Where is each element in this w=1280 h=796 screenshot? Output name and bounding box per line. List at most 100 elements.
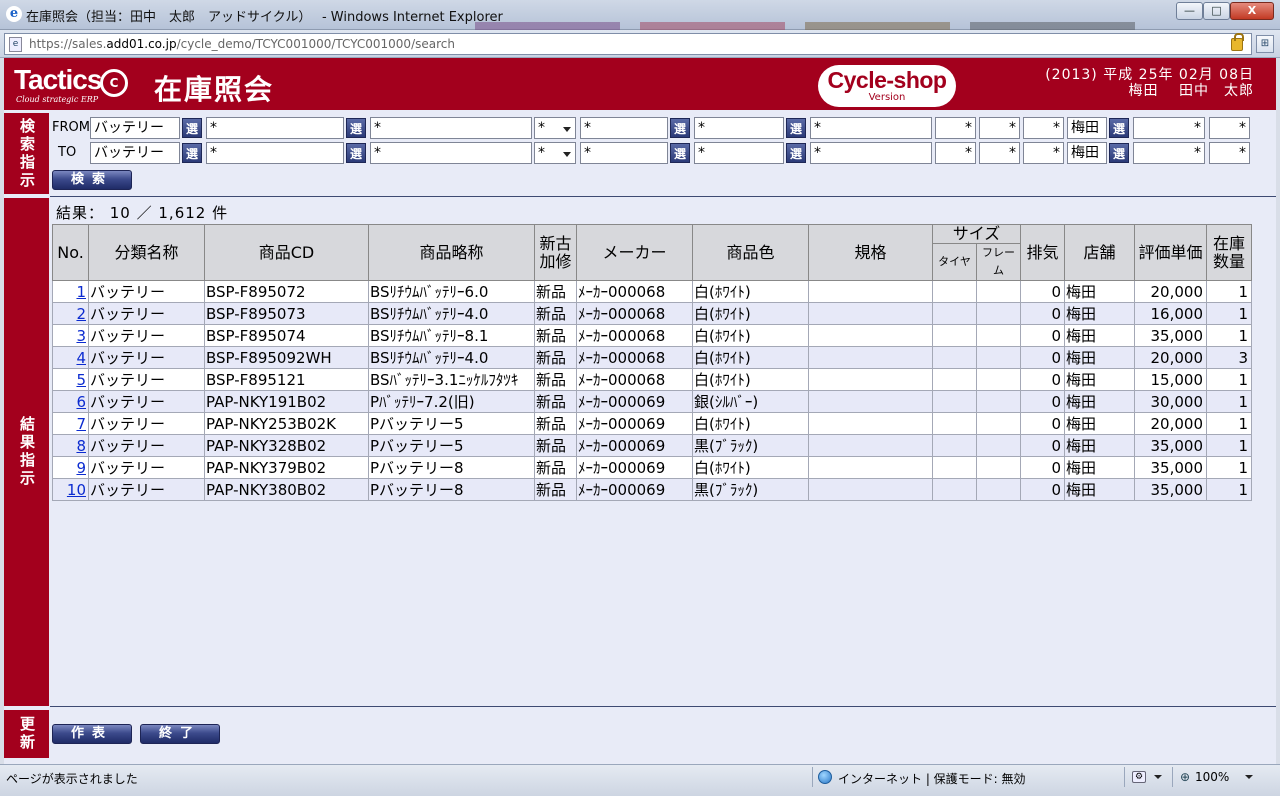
col-size: サイズ [932,224,1021,244]
chevron-down-icon[interactable] [1154,775,1162,783]
to-category-field[interactable]: バッテリー [90,142,180,164]
logo-wordmark: Tactics [14,64,102,95]
cell-newold: 新品 [534,346,577,369]
to-frame-field[interactable]: * [979,142,1020,164]
from-newold-select[interactable]: * [534,117,576,139]
page-title: 在庫照会 [154,73,275,106]
from-code-select-button[interactable]: 選 [346,118,366,138]
cycle-shop-badge: Cycle-shop Version [818,65,956,107]
to-code-field[interactable]: * [206,142,344,164]
to-label: TO [58,145,77,160]
row-no-link[interactable]: 2 [76,305,86,323]
header-row: No. 分類名称 商品CD 商品略称 新古加修 メーカー 商品色 規格 サイズ … [52,224,1252,281]
from-qty-field[interactable]: * [1209,117,1250,139]
from-category-select-button[interactable]: 選 [182,118,202,138]
close-button[interactable]: X [1230,2,1274,20]
cell-category: バッテリー [88,412,205,435]
cell-frame [976,478,1021,501]
cell-store: 梅田 [1064,412,1135,435]
to-newold-select[interactable]: * [534,142,576,164]
cell-price: 20,000 [1134,412,1207,435]
status-message: ページが表示されました [6,772,138,786]
cell-frame [976,390,1021,413]
maximize-button[interactable]: □ [1203,2,1230,20]
to-qty-field[interactable]: * [1209,142,1250,164]
from-store-select-button[interactable]: 選 [1109,118,1129,138]
search-button[interactable]: 検索 [52,170,132,190]
to-color-field[interactable]: * [694,142,784,164]
col-code: 商品CD [204,224,369,281]
row-no-link[interactable]: 1 [76,283,86,301]
from-exhaust-field[interactable]: * [1023,117,1064,139]
row-no-link[interactable]: 8 [76,437,86,455]
cell-color: 白(ﾎﾜｲﾄ) [692,280,809,303]
col-qty: 在庫数量 [1206,224,1252,281]
table-row: 10 バッテリー PAP-NKY380B02 Pバッテリー8 新品 ﾒｰｶｰ00… [52,478,1252,501]
to-maker-field[interactable]: * [580,142,668,164]
cell-newold: 新品 [534,368,577,391]
to-store-field[interactable]: 梅田 [1067,142,1107,164]
cell-exhaust: 0 [1020,478,1065,501]
from-code-field[interactable]: * [206,117,344,139]
cell-qty: 3 [1206,346,1252,369]
to-price-field[interactable]: * [1133,142,1205,164]
make-table-button[interactable]: 作表 [52,724,132,744]
row-no-link[interactable]: 3 [76,327,86,345]
app-content: Tactics C Cloud strategic ERP 在庫照会 Cycle… [4,58,1276,764]
row-no-link[interactable]: 4 [76,349,86,367]
from-color-field[interactable]: * [694,117,784,139]
cell-newold: 新品 [534,412,577,435]
to-color-select-button[interactable]: 選 [786,143,806,163]
col-exhaust: 排気 [1020,224,1065,281]
from-category-field[interactable]: バッテリー [90,117,180,139]
to-code-select-button[interactable]: 選 [346,143,366,163]
security-status-icon[interactable]: ⚙ [1132,771,1146,783]
from-tire-field[interactable]: * [935,117,976,139]
cell-name: BSﾘﾁｳﾑﾊﾞｯﾃﾘｰ8.1 [368,324,535,347]
cell-store: 梅田 [1064,456,1135,479]
from-name-field[interactable]: * [370,117,532,139]
cell-color: 白(ﾎﾜｲﾄ) [692,302,809,325]
cell-exhaust: 0 [1020,368,1065,391]
row-no-link[interactable]: 6 [76,393,86,411]
row-no-link[interactable]: 9 [76,459,86,477]
cell-newold: 新品 [534,478,577,501]
lock-icon[interactable] [1231,33,1244,51]
to-category-select-button[interactable]: 選 [182,143,202,163]
cell-tire [932,434,977,457]
row-no-link[interactable]: 7 [76,415,86,433]
zoom-level[interactable]: 100% [1195,770,1229,784]
from-store-field[interactable]: 梅田 [1067,117,1107,139]
row-no-link[interactable]: 5 [76,371,86,389]
cell-tire [932,412,977,435]
to-spec-field[interactable]: * [810,142,932,164]
from-spec-field[interactable]: * [810,117,932,139]
cell-maker: ﾒｰｶｰ000069 [576,390,693,413]
to-name-field[interactable]: * [370,142,532,164]
from-frame-field[interactable]: * [979,117,1020,139]
to-maker-select-button[interactable]: 選 [670,143,690,163]
zoom-icon[interactable]: ⊕ [1180,770,1190,784]
url-field[interactable]: e https://sales.add01.co.jp/cycle_demo/T… [4,33,1252,55]
from-maker-field[interactable]: * [580,117,668,139]
cell-exhaust: 0 [1020,346,1065,369]
chevron-down-icon[interactable] [1245,775,1253,783]
from-price-field[interactable]: * [1133,117,1205,139]
to-exhaust-field[interactable]: * [1023,142,1064,164]
row-no-link[interactable]: 10 [67,481,86,499]
table-row: 1 バッテリー BSP-F895072 BSﾘﾁｳﾑﾊﾞｯﾃﾘｰ6.0 新品 ﾒ… [52,280,1252,303]
minimize-button[interactable]: — [1176,2,1203,20]
from-maker-select-button[interactable]: 選 [670,118,690,138]
window-titlebar: e 在庫照会（担当：田中 太郎 アッドサイクル） - Windows Inter… [0,0,1280,30]
cell-maker: ﾒｰｶｰ000069 [576,456,693,479]
col-newold: 新古加修 [534,224,577,281]
to-tire-field[interactable]: * [935,142,976,164]
end-button[interactable]: 終了 [140,724,220,744]
security-zone[interactable]: インターネット | 保護モード: 無効 [838,770,1026,787]
from-color-select-button[interactable]: 選 [786,118,806,138]
cell-name: BSﾘﾁｳﾑﾊﾞｯﾃﾘｰ4.0 [368,346,535,369]
to-store-select-button[interactable]: 選 [1109,143,1129,163]
cell-store: 梅田 [1064,346,1135,369]
background-windows [475,22,1135,30]
compatibility-view-icon[interactable]: ⊞ [1256,35,1274,53]
